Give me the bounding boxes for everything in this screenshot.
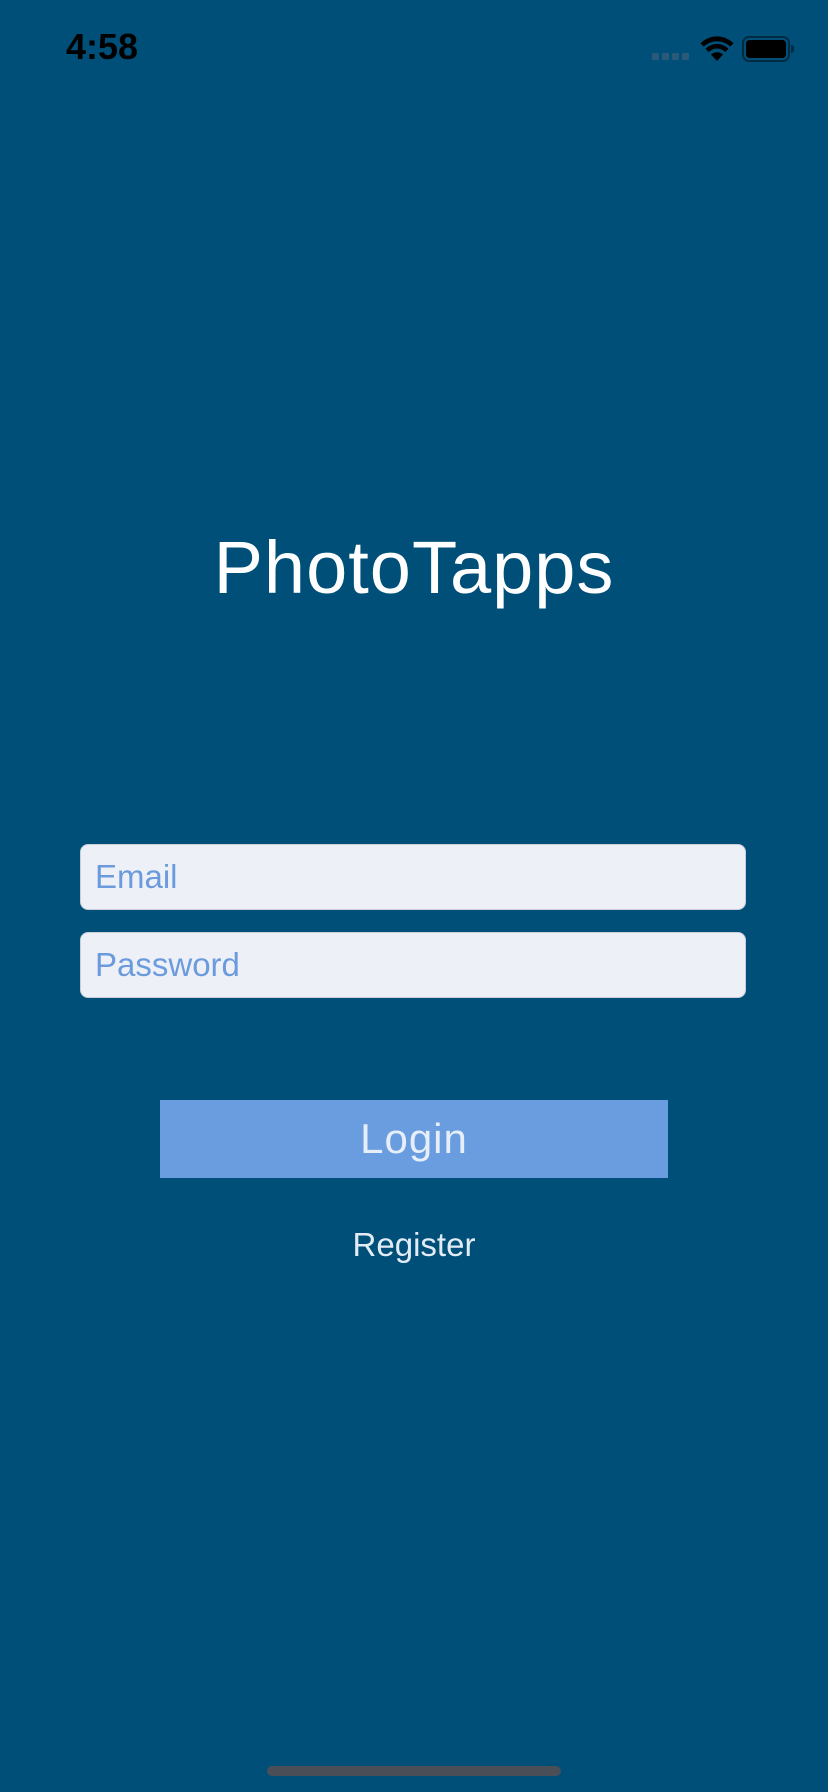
password-field[interactable] (80, 932, 746, 998)
signal-icon (652, 53, 689, 60)
email-field[interactable] (80, 844, 746, 910)
app-title: PhotoTapps (213, 526, 615, 609)
status-time: 4:58 (66, 26, 139, 67)
home-indicator (267, 1766, 561, 1776)
status-bar: 4:58 (0, 0, 828, 100)
battery-icon (742, 36, 794, 62)
wifi-icon (700, 36, 734, 61)
login-button[interactable]: Login (160, 1100, 668, 1178)
register-link[interactable]: Register (0, 1226, 828, 1264)
